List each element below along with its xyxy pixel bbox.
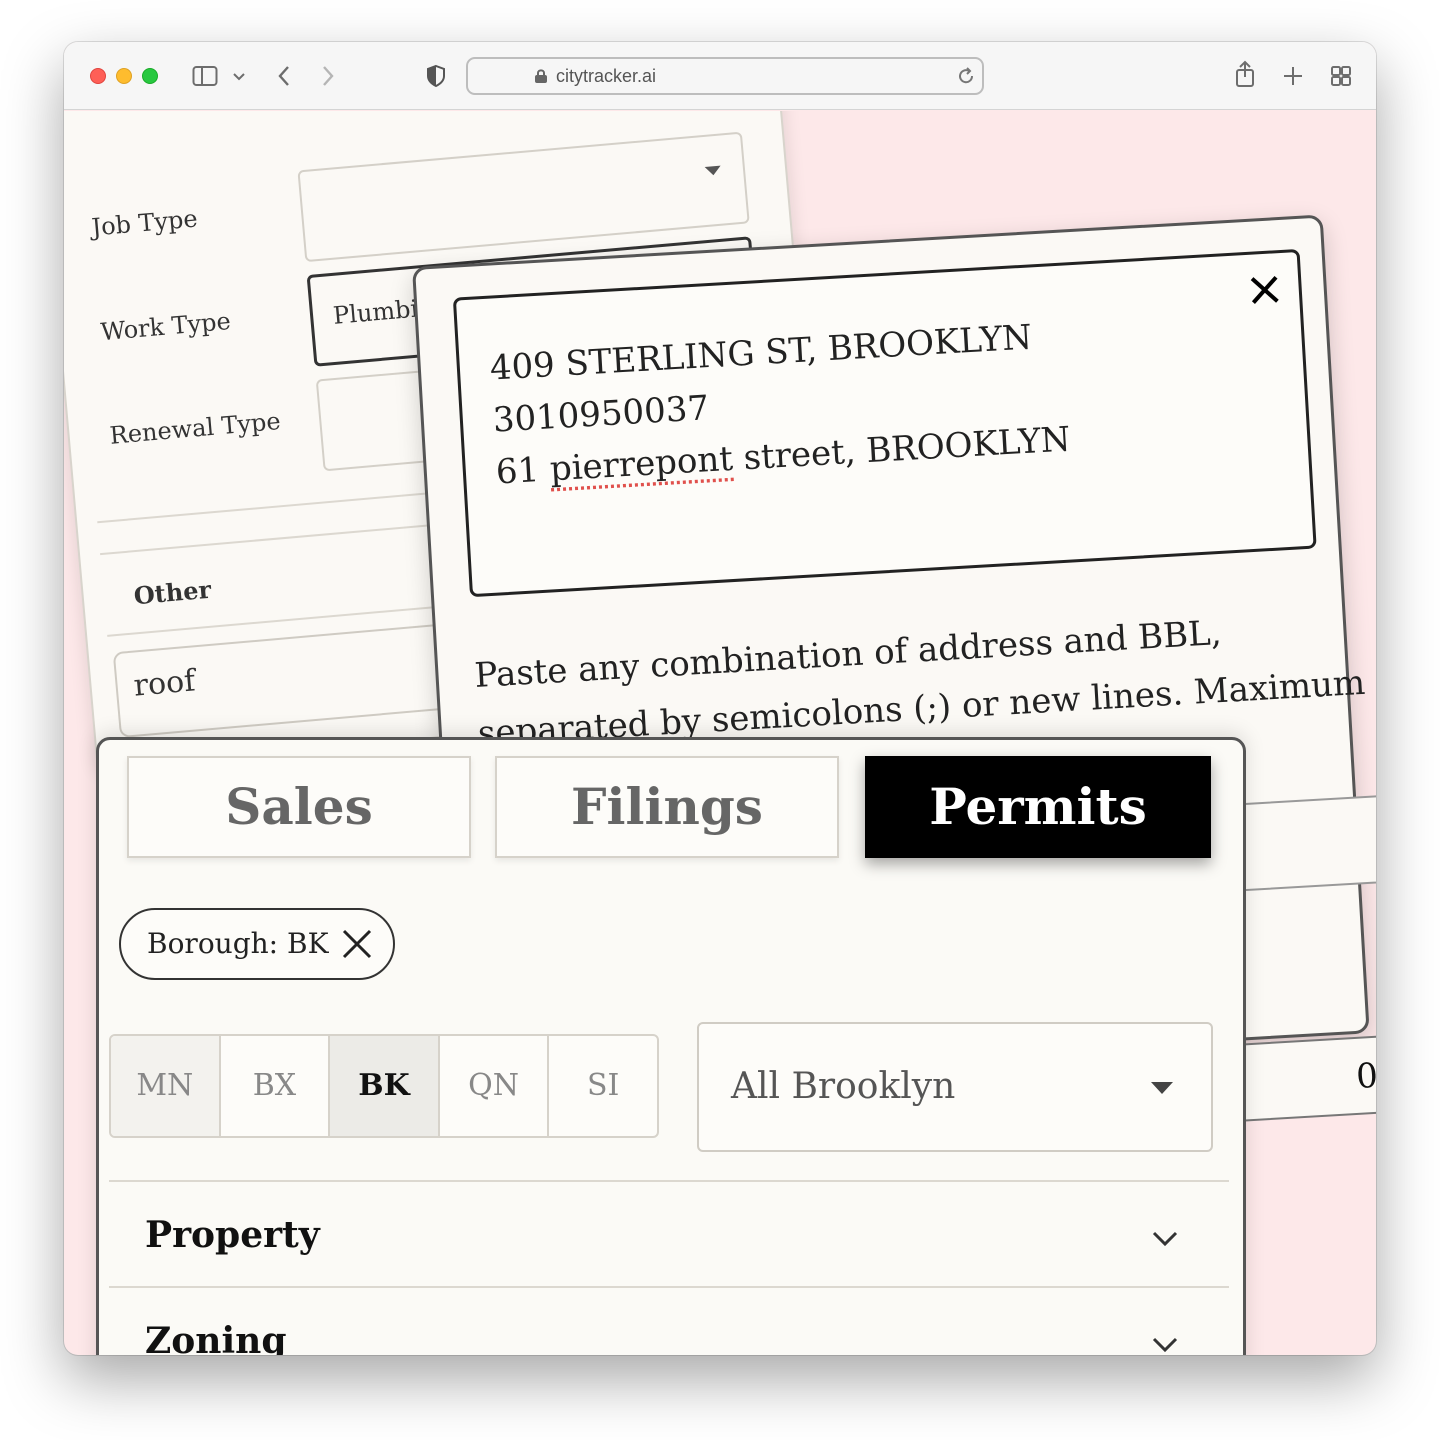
- section-title: Zoning: [145, 1320, 287, 1355]
- borough-selector: MN BX BK QN SI: [109, 1034, 659, 1138]
- chevron-down-icon: [1152, 1337, 1178, 1353]
- browser-window: citytracker.ai Job Type Work Type Plumbi…: [64, 42, 1376, 1355]
- work-type-value: Plumbi: [332, 294, 420, 330]
- borough-button-si[interactable]: SI: [549, 1036, 657, 1136]
- job-type-label: Job Type: [90, 204, 199, 242]
- share-icon[interactable]: [1234, 60, 1256, 88]
- work-type-label: Work Type: [99, 306, 232, 347]
- search-panel: Sales Filings Permits Borough: BK MN BX …: [96, 737, 1246, 1355]
- tab-label: Sales: [225, 777, 373, 836]
- borough-button-bk[interactable]: BK: [330, 1036, 440, 1136]
- divider: [109, 1286, 1229, 1288]
- zoom-window-button[interactable]: [142, 68, 158, 84]
- neighborhood-select[interactable]: All Brooklyn: [697, 1022, 1213, 1152]
- caret-down-icon: [1151, 1082, 1173, 1094]
- shield-icon[interactable]: [426, 64, 446, 88]
- misspelled-word: pierrepont: [548, 438, 734, 490]
- url-text: citytracker.ai: [556, 66, 657, 86]
- sidebar-icon[interactable]: [192, 62, 218, 90]
- caret-down-icon: [704, 165, 722, 176]
- lock-icon: [535, 69, 547, 83]
- close-window-button[interactable]: [90, 68, 106, 84]
- reload-icon[interactable]: [956, 66, 976, 86]
- submit-button-label: 0): [1355, 1055, 1376, 1097]
- new-tab-icon[interactable]: [1282, 65, 1304, 87]
- address-textarea[interactable]: 409 STERLING ST, BROOKLYN 3010950037 61 …: [452, 248, 1317, 598]
- divider: [109, 1180, 1229, 1182]
- tab-label: Permits: [929, 777, 1147, 836]
- borough-button-qn[interactable]: QN: [440, 1036, 550, 1136]
- minimize-window-button[interactable]: [116, 68, 132, 84]
- browser-toolbar: citytracker.ai: [64, 42, 1376, 110]
- forward-icon[interactable]: [320, 64, 336, 88]
- tab-permits[interactable]: Permits: [865, 756, 1211, 858]
- page-viewport: Job Type Work Type Plumbi Renewal Type O…: [64, 111, 1376, 1355]
- chip-label: Borough: BK: [147, 927, 329, 960]
- tab-overview-icon[interactable]: [1330, 65, 1352, 87]
- neighborhood-select-value: All Brooklyn: [731, 1066, 956, 1107]
- tab-label: Filings: [571, 777, 763, 836]
- tab-sales[interactable]: Sales: [127, 756, 471, 858]
- chevron-down-icon[interactable]: [232, 72, 246, 82]
- tab-filings[interactable]: Filings: [495, 756, 839, 858]
- address-bar[interactable]: citytracker.ai: [466, 57, 984, 95]
- close-icon[interactable]: [1248, 273, 1282, 307]
- renewal-type-label: Renewal Type: [108, 406, 282, 450]
- borough-button-bx[interactable]: BX: [221, 1036, 331, 1136]
- back-icon[interactable]: [276, 64, 292, 88]
- other-keyword-value: roof: [132, 663, 197, 704]
- section-title: Property: [145, 1214, 320, 1256]
- chevron-down-icon: [1152, 1231, 1178, 1247]
- other-section-label: Other: [132, 574, 213, 611]
- borough-button-mn[interactable]: MN: [111, 1036, 221, 1136]
- remove-filter-icon[interactable]: [341, 928, 373, 960]
- borough-filter-chip: Borough: BK: [119, 908, 395, 980]
